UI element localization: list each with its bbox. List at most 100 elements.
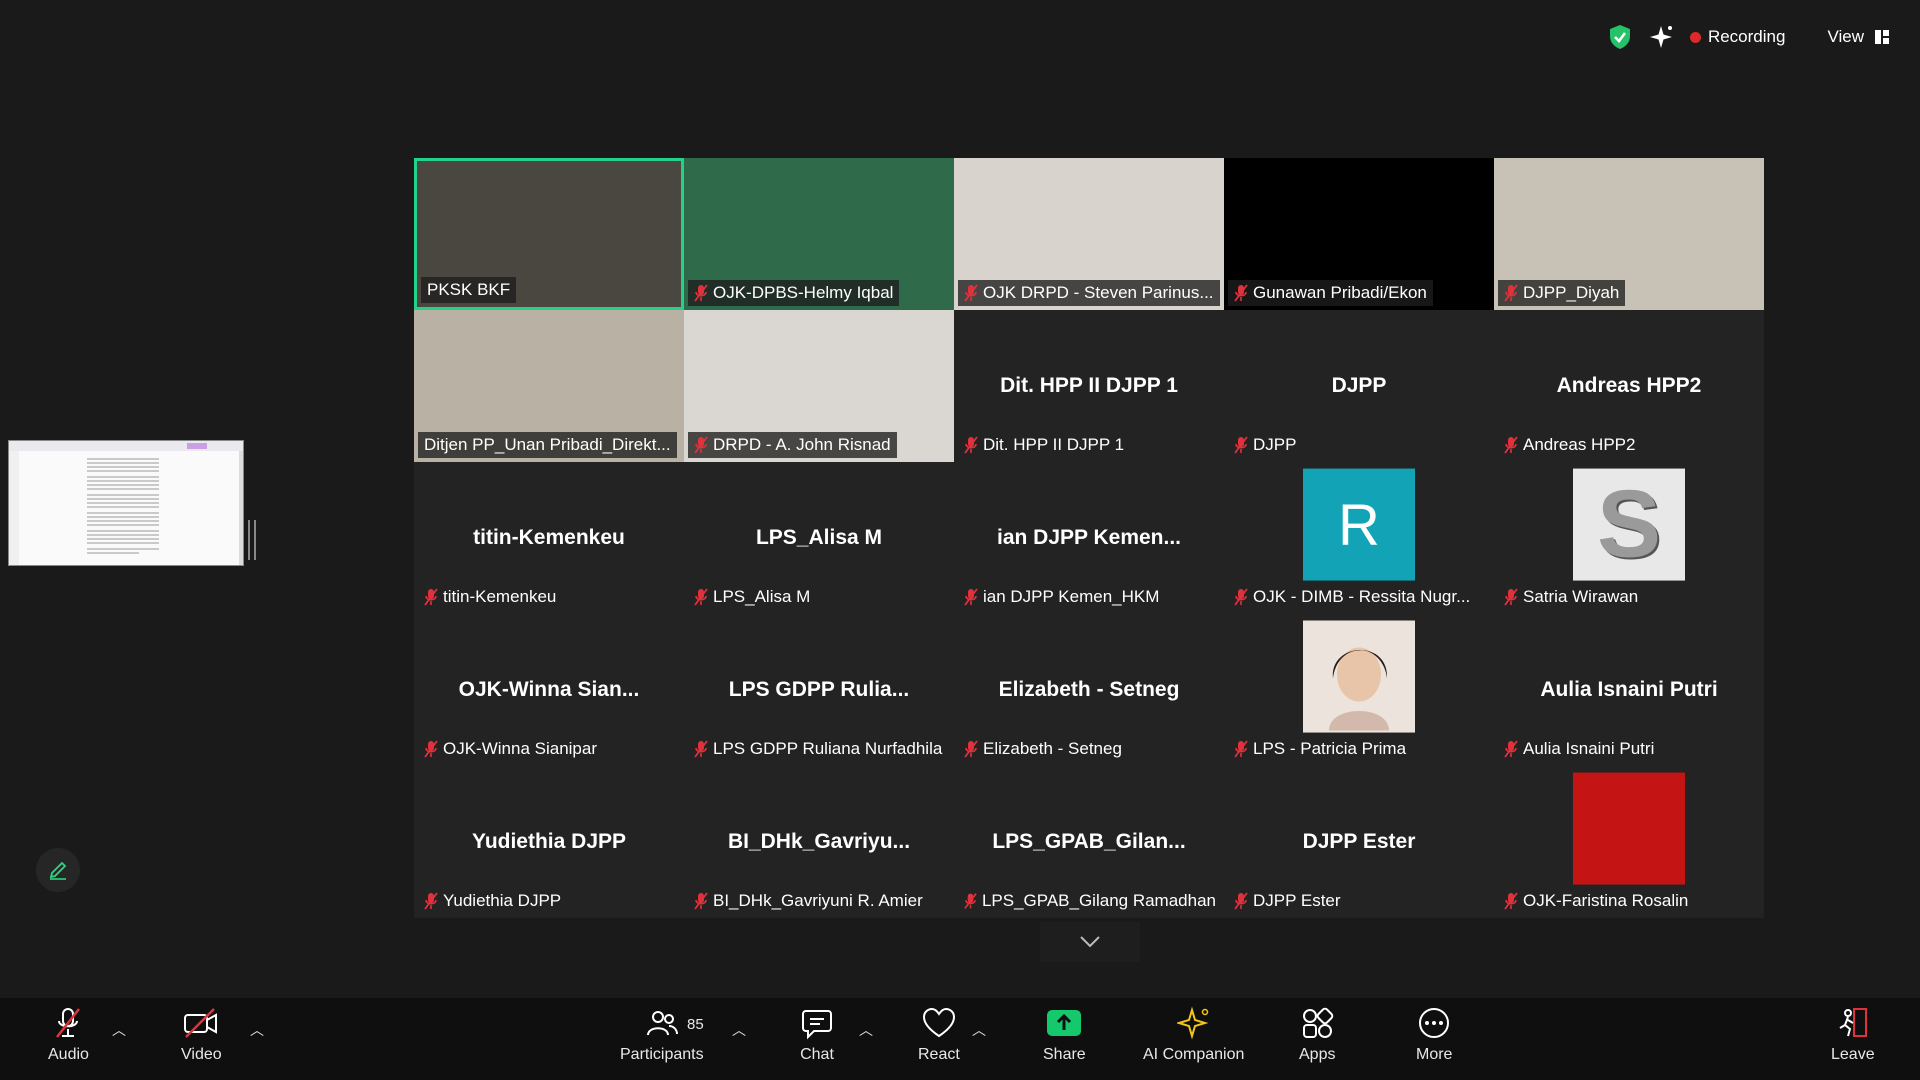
avatar-letter: S xyxy=(1596,470,1662,578)
apps-icon xyxy=(1303,1007,1334,1038)
participant-name-label: Dit. HPP II DJPP 1 xyxy=(958,432,1130,458)
participants-options-chevron-icon[interactable]: ︿ xyxy=(732,1020,746,1040)
participant-avatar: R xyxy=(1303,468,1415,581)
participant-name: OJK-Faristina Rosalin xyxy=(1523,891,1689,910)
participant-tile[interactable]: S Satria Wirawan xyxy=(1494,462,1764,614)
chat-button[interactable]: Chat xyxy=(800,1006,834,1064)
more-button[interactable]: More xyxy=(1416,1006,1452,1064)
participant-tile[interactable]: LPS_Alisa M LPS_Alisa M xyxy=(684,462,954,614)
participant-tile[interactable]: R OJK - DIMB - Ressita Nugr... xyxy=(1224,462,1494,614)
participant-name-label: OJK-Winna Sianipar xyxy=(418,736,603,762)
share-button[interactable]: Share xyxy=(1043,1006,1086,1064)
chat-label: Chat xyxy=(800,1046,834,1063)
participant-name: DRPD - A. John Risnad xyxy=(713,435,891,454)
sparkle-icon[interactable] xyxy=(1648,24,1674,50)
participant-tile[interactable]: Ditjen PP_Unan Pribadi_Direkt... xyxy=(414,310,684,462)
participant-tile[interactable]: Dit. HPP II DJPP 1 Dit. HPP II DJPP 1 xyxy=(954,310,1224,462)
participant-display-name: Elizabeth - Setneg xyxy=(998,678,1180,701)
share-screen-icon xyxy=(1047,1010,1082,1036)
participant-display-name: Dit. HPP II DJPP 1 xyxy=(1000,374,1178,397)
participant-name-label: OJK-DPBS-Helmy Iqbal xyxy=(688,280,900,306)
microphone-muted-icon xyxy=(424,588,438,606)
react-button[interactable]: React xyxy=(918,1006,960,1064)
audio-button[interactable]: Audio xyxy=(48,1006,89,1064)
participant-tile[interactable]: Gunawan Pribadi/Ekon xyxy=(1224,158,1494,310)
resize-handle[interactable] xyxy=(248,520,256,560)
video-button[interactable]: Video xyxy=(181,1006,222,1064)
participant-name-label: Andreas HPP2 xyxy=(1498,432,1641,458)
recording-indicator[interactable]: Recording xyxy=(1689,27,1785,47)
participant-name: Ditjen PP_Unan Pribadi_Direkt... xyxy=(424,435,671,454)
participant-name: OJK-DPBS-Helmy Iqbal xyxy=(713,283,894,302)
participant-name-label: Satria Wirawan xyxy=(1498,584,1644,610)
microphone-muted-icon xyxy=(424,740,438,758)
participants-button[interactable]: Participants xyxy=(620,1006,704,1064)
participant-tile[interactable]: LPS_GPAB_Gilan... LPS_GPAB_Gilang Ramadha… xyxy=(954,766,1224,918)
participant-tile[interactable]: Elizabeth - Setneg Elizabeth - Setneg xyxy=(954,614,1224,766)
shared-screen-thumbnail[interactable] xyxy=(8,440,244,566)
profile-photo-icon xyxy=(1303,620,1415,733)
participant-tile[interactable]: DJPP Ester DJPP Ester xyxy=(1224,766,1494,918)
participant-name-label: ian DJPP Kemen_HKM xyxy=(958,584,1165,610)
chevron-down-icon xyxy=(1080,936,1100,948)
participant-tile[interactable]: DJPP DJPP xyxy=(1224,310,1494,462)
participant-tile[interactable]: DRPD - A. John Risnad xyxy=(684,310,954,462)
participant-tile[interactable]: PKSK BKF xyxy=(414,158,684,310)
participant-tile[interactable]: ian DJPP Kemen... ian DJPP Kemen_HKM xyxy=(954,462,1224,614)
participant-display-name: Yudiethia DJPP xyxy=(471,830,627,853)
chat-options-chevron-icon[interactable]: ︿ xyxy=(859,1020,873,1040)
participant-name: BI_DHk_Gavriyuni R. Amier xyxy=(713,891,923,910)
react-options-chevron-icon[interactable]: ︿ xyxy=(972,1020,986,1040)
participant-name: Gunawan Pribadi/Ekon xyxy=(1253,283,1427,302)
shield-check-icon[interactable] xyxy=(1608,24,1632,50)
scroll-down-button[interactable] xyxy=(1040,922,1140,962)
participant-tile[interactable]: LPS GDPP Rulia... LPS GDPP Ruliana Nurfad… xyxy=(684,614,954,766)
view-button[interactable]: View xyxy=(1827,27,1890,47)
participants-icon xyxy=(646,1011,678,1036)
participant-count-badge: 85 xyxy=(687,1016,704,1033)
video-options-chevron-icon[interactable]: ︿ xyxy=(250,1020,264,1040)
leave-door-icon xyxy=(1839,1008,1867,1037)
participant-display-name: Aulia Isnaini Putri xyxy=(1540,678,1718,701)
participant-avatar: S xyxy=(1573,468,1685,581)
participant-name-label: OJK DRPD - Steven Parinus... xyxy=(958,280,1220,306)
apps-label: Apps xyxy=(1299,1046,1336,1063)
annotate-button[interactable] xyxy=(36,848,80,892)
microphone-muted-icon xyxy=(964,893,977,909)
audio-options-chevron-icon[interactable]: ︿ xyxy=(112,1020,126,1040)
participant-name-label: titin-Kemenkeu xyxy=(418,584,562,610)
participant-name-label: LPS GDPP Ruliana Nurfadhila xyxy=(688,736,948,762)
participant-tile[interactable]: OJK-Faristina Rosalin xyxy=(1494,766,1764,918)
ai-sparkle-icon xyxy=(1176,1006,1209,1040)
participant-tile[interactable]: Aulia Isnaini Putri Aulia Isnaini Putri xyxy=(1494,614,1764,766)
gallery-grid: PKSK BKF OJK-DPBS-Helmy Iqbal OJK DRPD - S… xyxy=(414,158,1764,918)
participant-name: Elizabeth - Setneg xyxy=(983,739,1122,758)
participant-display-name: ian DJPP Kemen... xyxy=(996,526,1182,549)
more-label: More xyxy=(1416,1046,1453,1063)
apps-button[interactable]: Apps xyxy=(1299,1006,1335,1064)
participant-tile[interactable]: titin-Kemenkeu titin-Kemenkeu xyxy=(414,462,684,614)
participant-tile[interactable]: LPS - Patricia Prima xyxy=(1224,614,1494,766)
participant-tile[interactable]: Andreas HPP2 Andreas HPP2 xyxy=(1494,310,1764,462)
microphone-muted-icon xyxy=(424,892,438,910)
view-label: View xyxy=(1827,27,1864,46)
microphone-muted-icon xyxy=(964,284,978,302)
leave-button[interactable]: Leave xyxy=(1831,1006,1875,1064)
ai-companion-button[interactable]: AI Companion xyxy=(1143,1006,1244,1064)
participant-tile[interactable]: Yudiethia DJPP Yudiethia DJPP xyxy=(414,766,684,918)
participant-tile[interactable]: OJK-DPBS-Helmy Iqbal xyxy=(684,158,954,310)
participant-name: LPS GDPP Ruliana Nurfadhila xyxy=(713,739,943,758)
participant-name: DJPP xyxy=(1253,435,1297,454)
participant-tile[interactable]: BI_DHk_Gavriyu... BI_DHk_Gavriyuni R. Ami… xyxy=(684,766,954,918)
participant-name-label: DRPD - A. John Risnad xyxy=(688,432,897,458)
participant-tile[interactable]: DJPP_Diyah xyxy=(1494,158,1764,310)
participant-name: DJPP_Diyah xyxy=(1523,283,1620,302)
participant-avatar xyxy=(1303,620,1415,733)
participant-tile[interactable]: OJK DRPD - Steven Parinus... xyxy=(954,158,1224,310)
microphone-muted-icon xyxy=(694,588,708,606)
microphone-muted-icon xyxy=(964,588,978,606)
participant-tile[interactable]: OJK-Winna Sian... OJK-Winna Sianipar xyxy=(414,614,684,766)
participant-name: Satria Wirawan xyxy=(1523,587,1639,606)
participant-name: Dit. HPP II DJPP 1 xyxy=(983,435,1125,454)
microphone-muted-icon xyxy=(1504,284,1518,302)
